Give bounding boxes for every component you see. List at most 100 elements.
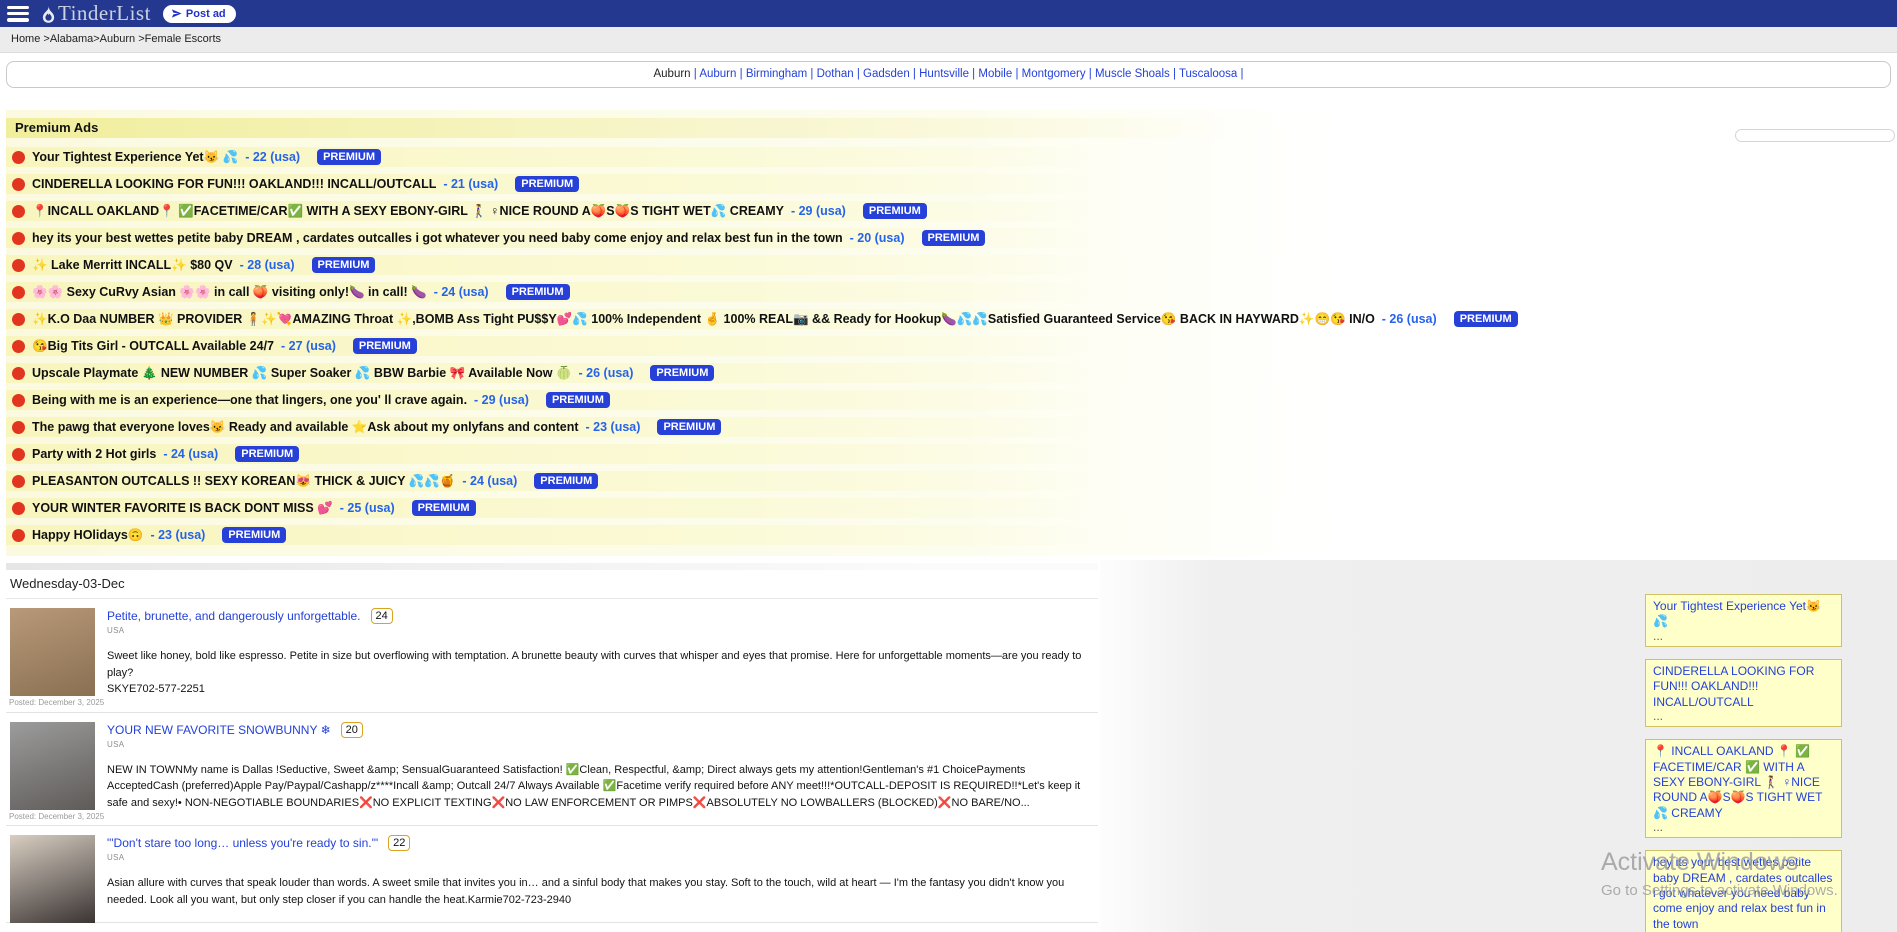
- listing-row[interactable]: Posted: December 3, 2025 YOUR NEW FAVORI…: [6, 713, 1098, 827]
- sidebar-premium-box[interactable]: CINDERELLA LOOKING FOR FUN!!! OAKLAND!!!…: [1645, 659, 1842, 727]
- city-link[interactable]: Huntsville: [919, 68, 969, 80]
- post-ad-button[interactable]: Post ad: [163, 5, 236, 23]
- listing-description: Asian allure with curves that speak loud…: [107, 875, 1082, 908]
- premium-badge[interactable]: PREMIUM: [657, 419, 721, 435]
- listing-row[interactable]: Posted: December 3, 2025 Petite, brunett…: [6, 599, 1098, 713]
- premium-ads-section: Premium Ads Your Tightest Experience Yet…: [6, 110, 1366, 556]
- sidebar-premium-title[interactable]: Your Tightest Experience Yet😼 💦: [1653, 599, 1834, 630]
- city-link[interactable]: Gadsden: [863, 68, 910, 80]
- sidebar-premium-ellipsis: ...: [1653, 630, 1834, 643]
- premium-ad-row[interactable]: CINDERELLA LOOKING FOR FUN!!! OAKLAND!!!…: [6, 174, 1366, 194]
- premium-badge[interactable]: PREMIUM: [534, 473, 598, 489]
- premium-ad-age-location: - 27 (usa): [281, 339, 336, 353]
- listing-thumbnail[interactable]: [10, 722, 95, 810]
- premium-badge[interactable]: PREMIUM: [650, 365, 714, 381]
- premium-badge[interactable]: PREMIUM: [412, 500, 476, 516]
- premium-ad-title[interactable]: Your Tightest Experience Yet😼 💦: [32, 150, 238, 165]
- listing-country: USA: [107, 626, 1090, 635]
- premium-badge[interactable]: PREMIUM: [312, 257, 376, 273]
- premium-ad-title[interactable]: Happy HOlidays🙃: [32, 528, 143, 543]
- sidebar-premium-title[interactable]: 📍 INCALL OAKLAND 📍 ✅ FACETIME/CAR ✅ WITH…: [1653, 744, 1834, 821]
- premium-badge[interactable]: PREMIUM: [235, 446, 299, 462]
- city-separator: |: [1170, 68, 1179, 80]
- site-logo-text: TinderList: [58, 1, 151, 26]
- premium-badge[interactable]: PREMIUM: [353, 338, 417, 354]
- sidebar-premium-title[interactable]: hey its your best wettes petite baby DRE…: [1653, 855, 1834, 932]
- premium-ad-row[interactable]: Being with me is an experience—one that …: [6, 390, 1366, 410]
- premium-badge[interactable]: PREMIUM: [1454, 311, 1518, 327]
- premium-ad-row[interactable]: 📍INCALL OAKLAND📍 ✅FACETIME/CAR✅ WITH A S…: [6, 201, 1366, 221]
- city-link[interactable]: Auburn: [699, 68, 736, 80]
- premium-ad-title[interactable]: CINDERELLA LOOKING FOR FUN!!! OAKLAND!!!…: [32, 177, 436, 191]
- city-link[interactable]: Tuscaloosa: [1179, 68, 1237, 80]
- listing-title-link[interactable]: YOUR NEW FAVORITE SNOWBUNNY ❄: [107, 723, 331, 737]
- listing-row[interactable]: A lady for all occasions 38 USA: [6, 923, 1098, 932]
- listing-title-link[interactable]: "'Don't stare too long… unless you're re…: [107, 836, 378, 850]
- premium-badge[interactable]: PREMIUM: [863, 203, 927, 219]
- premium-badge[interactable]: PREMIUM: [506, 284, 570, 300]
- city-separator: |: [1012, 68, 1021, 80]
- sidebar-premium-box[interactable]: hey its your best wettes petite baby DRE…: [1645, 850, 1842, 932]
- site-logo[interactable]: TinderList: [41, 1, 151, 26]
- city-separator: |: [807, 68, 816, 80]
- city-link[interactable]: Montgomery: [1022, 68, 1086, 80]
- city-separator: |: [1237, 68, 1243, 80]
- premium-ad-title[interactable]: The pawg that everyone loves😼 Ready and …: [32, 420, 579, 435]
- premium-ad-row[interactable]: Upscale Playmate 🎄 NEW NUMBER 💦 Super So…: [6, 363, 1366, 383]
- listing-country: USA: [107, 853, 1090, 862]
- listing-country: USA: [107, 740, 1090, 749]
- premium-ad-row[interactable]: ✨ Lake Merritt INCALL✨ $80 QV - 28 (usa)…: [6, 255, 1366, 275]
- listing-thumbnail[interactable]: [10, 608, 95, 696]
- bump-up-arrow-icon: [12, 151, 25, 164]
- current-city: Auburn: [653, 68, 690, 80]
- bump-up-arrow-icon: [12, 394, 25, 407]
- listing-thumbnail[interactable]: [10, 835, 95, 923]
- sidebar-premium-box[interactable]: Your Tightest Experience Yet😼 💦 ...: [1645, 594, 1842, 647]
- premium-ad-title[interactable]: PLEASANTON OUTCALLS !! SEXY KOREAN😻 THIC…: [32, 474, 455, 489]
- premium-ad-row[interactable]: The pawg that everyone loves😼 Ready and …: [6, 417, 1366, 437]
- premium-ad-row[interactable]: Party with 2 Hot girls - 24 (usa) PREMIU…: [6, 444, 1366, 464]
- listing-age-badge: 20: [341, 722, 363, 738]
- city-link[interactable]: Mobile: [978, 68, 1012, 80]
- city-separator: |: [910, 68, 919, 80]
- premium-ad-title[interactable]: hey its your best wettes petite baby DRE…: [32, 231, 843, 245]
- premium-ad-title[interactable]: YOUR WINTER FAVORITE IS BACK DONT MISS 💕: [32, 501, 333, 516]
- city-link[interactable]: Dothan: [817, 68, 854, 80]
- premium-ad-title[interactable]: ✨K.O Daa NUMBER 👑 PROVIDER 🧍✨💘AMAZING Th…: [32, 312, 1375, 327]
- premium-ad-row[interactable]: hey its your best wettes petite baby DRE…: [6, 228, 1366, 248]
- city-link[interactable]: Birmingham: [746, 68, 807, 80]
- premium-ad-age-location: - 23 (usa): [150, 528, 205, 542]
- listing-row[interactable]: Posted: December 3, 2025 "'Don't stare t…: [6, 826, 1098, 923]
- premium-ad-row[interactable]: 🌸🌸 Sexy CuRvy Asian 🌸🌸 in call 🍑 visitin…: [6, 282, 1366, 302]
- premium-ad-row[interactable]: 😘Big Tits Girl - OUTCALL Available 24/7 …: [6, 336, 1366, 356]
- bump-up-arrow-icon: [12, 205, 25, 218]
- premium-ad-title[interactable]: 🌸🌸 Sexy CuRvy Asian 🌸🌸 in call 🍑 visitin…: [32, 285, 427, 300]
- premium-badge[interactable]: PREMIUM: [546, 392, 610, 408]
- listing-title-link[interactable]: Petite, brunette, and dangerously unforg…: [107, 609, 361, 623]
- city-link[interactable]: Muscle Shoals: [1095, 68, 1170, 80]
- premium-ad-row[interactable]: Happy HOlidays🙃 - 23 (usa) PREMIUM: [6, 525, 1366, 545]
- sidebar-premium-ellipsis: ...: [1653, 710, 1834, 723]
- premium-badge[interactable]: PREMIUM: [222, 527, 286, 543]
- post-ad-label: Post ad: [186, 8, 226, 20]
- premium-ad-row[interactable]: ✨K.O Daa NUMBER 👑 PROVIDER 🧍✨💘AMAZING Th…: [6, 309, 1366, 329]
- sidebar-premium-box[interactable]: 📍 INCALL OAKLAND 📍 ✅ FACETIME/CAR ✅ WITH…: [1645, 739, 1842, 838]
- premium-ad-title[interactable]: Party with 2 Hot girls: [32, 447, 156, 461]
- premium-ad-title[interactable]: 📍INCALL OAKLAND📍 ✅FACETIME/CAR✅ WITH A S…: [32, 204, 784, 219]
- premium-badge[interactable]: PREMIUM: [922, 230, 986, 246]
- breadcrumb[interactable]: Home >Alabama>Auburn >Female Escorts: [11, 33, 221, 45]
- premium-badge[interactable]: PREMIUM: [515, 176, 579, 192]
- bump-up-arrow-icon: [12, 313, 25, 326]
- premium-ad-row[interactable]: PLEASANTON OUTCALLS !! SEXY KOREAN😻 THIC…: [6, 471, 1366, 491]
- premium-ads-header: Premium Ads: [6, 118, 1366, 138]
- hamburger-menu-icon[interactable]: [7, 6, 29, 22]
- city-separator: |: [854, 68, 863, 80]
- premium-ad-row[interactable]: YOUR WINTER FAVORITE IS BACK DONT MISS 💕…: [6, 498, 1366, 518]
- premium-ad-title[interactable]: Being with me is an experience—one that …: [32, 393, 467, 407]
- premium-ad-title[interactable]: 😘Big Tits Girl - OUTCALL Available 24/7: [32, 339, 274, 354]
- premium-ad-title[interactable]: Upscale Playmate 🎄 NEW NUMBER 💦 Super So…: [32, 366, 572, 381]
- premium-badge[interactable]: PREMIUM: [317, 149, 381, 165]
- premium-ad-row[interactable]: Your Tightest Experience Yet😼 💦 - 22 (us…: [6, 147, 1366, 167]
- premium-ad-title[interactable]: ✨ Lake Merritt INCALL✨ $80 QV: [32, 258, 233, 273]
- sidebar-premium-title[interactable]: CINDERELLA LOOKING FOR FUN!!! OAKLAND!!!…: [1653, 664, 1834, 710]
